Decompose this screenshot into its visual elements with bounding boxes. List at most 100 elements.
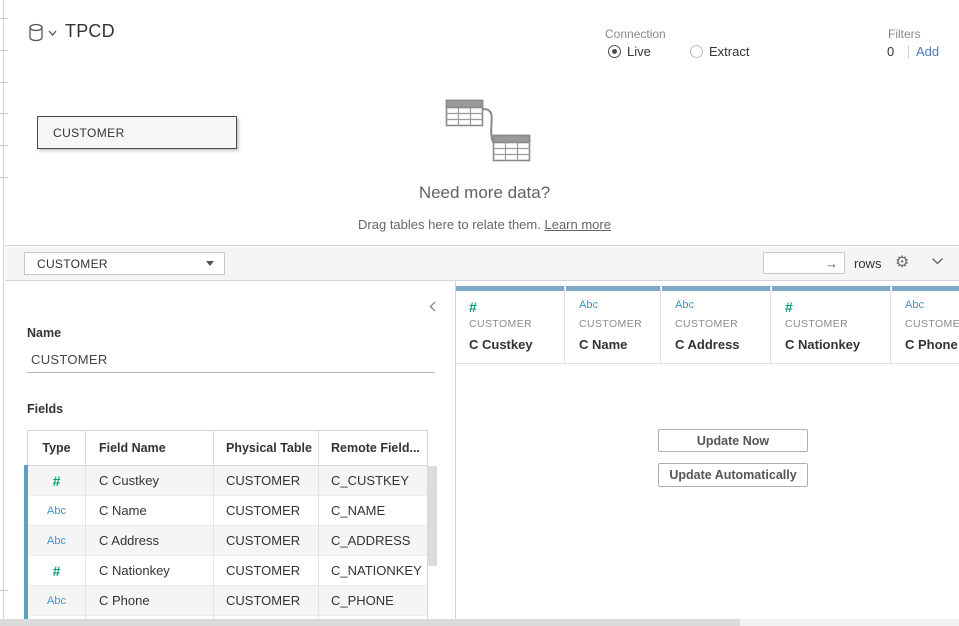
string-type-icon: Abc bbox=[47, 505, 66, 517]
filters-add-link[interactable]: Add bbox=[916, 44, 939, 59]
column-field-name: C Name bbox=[579, 337, 660, 352]
field-row-c-nationkey[interactable]: # C Nationkey CUSTOMER C_NATIONKEY bbox=[28, 556, 427, 586]
filters-count: 0 bbox=[887, 44, 894, 59]
rail-tick bbox=[0, 145, 8, 146]
field-row-c-address[interactable]: Abc C Address CUSTOMER C_ADDRESS bbox=[28, 526, 427, 556]
table-selector-dropdown[interactable]: CUSTOMER bbox=[24, 252, 225, 275]
column-accent-bar bbox=[772, 286, 890, 291]
chevron-down-icon bbox=[48, 30, 57, 36]
connection-live-radio[interactable]: Live bbox=[608, 44, 651, 59]
collapse-grid-chevron-icon[interactable] bbox=[931, 257, 944, 265]
horizontal-scrollbar-thumb[interactable] bbox=[0, 619, 740, 626]
fields-label: Fields bbox=[27, 402, 63, 416]
name-label: Name bbox=[27, 326, 61, 340]
table-name-field[interactable]: CUSTOMER bbox=[27, 346, 435, 373]
column-header-type[interactable]: Type bbox=[28, 431, 86, 465]
column-table-name: CUSTOMER bbox=[579, 318, 660, 330]
connection-label: Connection bbox=[605, 27, 666, 41]
column-header-field-name[interactable]: Field Name bbox=[86, 431, 214, 465]
empty-state-title: Need more data? bbox=[5, 183, 959, 203]
number-type-icon: # bbox=[53, 473, 61, 489]
radio-unselected-icon bbox=[690, 45, 703, 58]
relate-tables-icon bbox=[443, 97, 543, 169]
radio-selected-icon bbox=[608, 45, 621, 58]
collapse-panel-icon[interactable] bbox=[429, 301, 436, 312]
grid-column-c-address[interactable]: Abc CUSTOMER C Address bbox=[662, 286, 771, 363]
dropdown-caret-icon bbox=[206, 261, 214, 266]
field-row-c-name[interactable]: Abc C Name CUSTOMER C_NAME bbox=[28, 496, 427, 526]
datasource-canvas: TPCD Connection Live Extract Filters 0 A… bbox=[5, 0, 959, 246]
field-row-c-custkey[interactable]: # C Custkey CUSTOMER C_CUSTKEY bbox=[28, 466, 427, 496]
learn-more-link[interactable]: Learn more bbox=[544, 217, 610, 232]
database-cylinder-icon bbox=[28, 23, 46, 43]
rail-tick bbox=[0, 113, 8, 114]
canvas-table-customer[interactable]: CUSTOMER bbox=[37, 116, 237, 149]
connection-extract-radio[interactable]: Extract bbox=[690, 44, 749, 59]
number-type-icon: # bbox=[469, 299, 564, 314]
string-type-icon: Abc bbox=[47, 595, 66, 607]
column-accent-bar bbox=[892, 286, 959, 291]
rail-tick bbox=[0, 50, 8, 51]
column-field-name: C Custkey bbox=[469, 337, 564, 352]
string-type-icon: Abc bbox=[675, 299, 770, 314]
column-field-name: C Phone bbox=[905, 337, 959, 352]
page-title: TPCD bbox=[65, 21, 115, 42]
remote-field-cell: C_PHONE bbox=[319, 586, 427, 615]
database-icon[interactable] bbox=[28, 23, 57, 43]
column-table-name: CUSTOMER bbox=[905, 318, 959, 330]
rows-limit-input[interactable]: → bbox=[763, 252, 845, 274]
rail-tick bbox=[0, 18, 8, 19]
column-accent-bar bbox=[456, 286, 564, 291]
remote-field-cell: C_NAME bbox=[319, 496, 427, 525]
radio-label: Live bbox=[627, 44, 651, 59]
fields-table-vscrollbar[interactable] bbox=[428, 466, 437, 566]
divider bbox=[908, 45, 909, 59]
fields-table: Type Field Name Physical Table Remote Fi… bbox=[27, 430, 428, 623]
remote-field-cell: C_ADDRESS bbox=[319, 526, 427, 555]
update-automatically-button[interactable]: Update Automatically bbox=[658, 463, 808, 487]
physical-table-cell: CUSTOMER bbox=[214, 586, 319, 615]
physical-table-cell: CUSTOMER bbox=[214, 526, 319, 555]
left-rail bbox=[0, 0, 4, 620]
number-type-icon: # bbox=[785, 299, 890, 314]
column-accent-bar bbox=[566, 286, 660, 291]
arrow-right-icon: → bbox=[825, 256, 838, 271]
remote-field-cell: C_CUSTKEY bbox=[319, 466, 427, 495]
field-name-cell: C Nationkey bbox=[86, 556, 214, 585]
data-grid-panel: # CUSTOMER C Custkey Abc CUSTOMER C Name… bbox=[456, 281, 959, 620]
field-row-c-phone[interactable]: Abc C Phone CUSTOMER C_PHONE bbox=[28, 586, 427, 616]
update-now-button[interactable]: Update Now bbox=[658, 429, 808, 452]
field-metadata-panel: Name CUSTOMER Fields Type Field Name Phy… bbox=[5, 281, 455, 620]
column-field-name: C Nationkey bbox=[785, 337, 890, 352]
physical-table-cell: CUSTOMER bbox=[214, 556, 319, 585]
remote-field-cell: C_NATIONKEY bbox=[319, 556, 427, 585]
field-name-cell: C Custkey bbox=[86, 466, 214, 495]
rail-tick bbox=[0, 177, 8, 178]
column-table-name: CUSTOMER bbox=[469, 318, 564, 330]
column-field-name: C Address bbox=[675, 337, 770, 352]
grid-column-c-phone[interactable]: Abc CUSTOMER C Phone bbox=[892, 286, 959, 363]
column-header-remote-field[interactable]: Remote Field... bbox=[319, 431, 427, 465]
physical-table-cell: CUSTOMER bbox=[214, 496, 319, 525]
column-header-physical-table[interactable]: Physical Table bbox=[214, 431, 319, 465]
column-table-name: CUSTOMER bbox=[675, 318, 770, 330]
gear-icon[interactable]: ⚙ bbox=[895, 252, 909, 272]
rail-tick bbox=[0, 82, 8, 83]
empty-hint-text: Drag tables here to relate them. bbox=[358, 217, 541, 232]
rail-tick bbox=[0, 590, 8, 591]
grid-column-c-custkey[interactable]: # CUSTOMER C Custkey bbox=[456, 286, 565, 363]
radio-label: Extract bbox=[709, 44, 749, 59]
grid-column-c-nationkey[interactable]: # CUSTOMER C Nationkey bbox=[772, 286, 891, 363]
column-table-name: CUSTOMER bbox=[785, 318, 890, 330]
filters-label: Filters bbox=[888, 27, 921, 41]
grid-column-c-name[interactable]: Abc CUSTOMER C Name bbox=[566, 286, 661, 363]
field-name-cell: C Address bbox=[86, 526, 214, 555]
string-type-icon: Abc bbox=[905, 299, 959, 314]
grid-header-divider bbox=[456, 363, 959, 364]
field-name-cell: C Phone bbox=[86, 586, 214, 615]
rows-label: rows bbox=[854, 256, 881, 271]
horizontal-scrollbar-track[interactable] bbox=[0, 619, 959, 626]
selected-rows-accent-bar bbox=[24, 465, 28, 622]
string-type-icon: Abc bbox=[579, 299, 660, 314]
number-type-icon: # bbox=[53, 563, 61, 579]
